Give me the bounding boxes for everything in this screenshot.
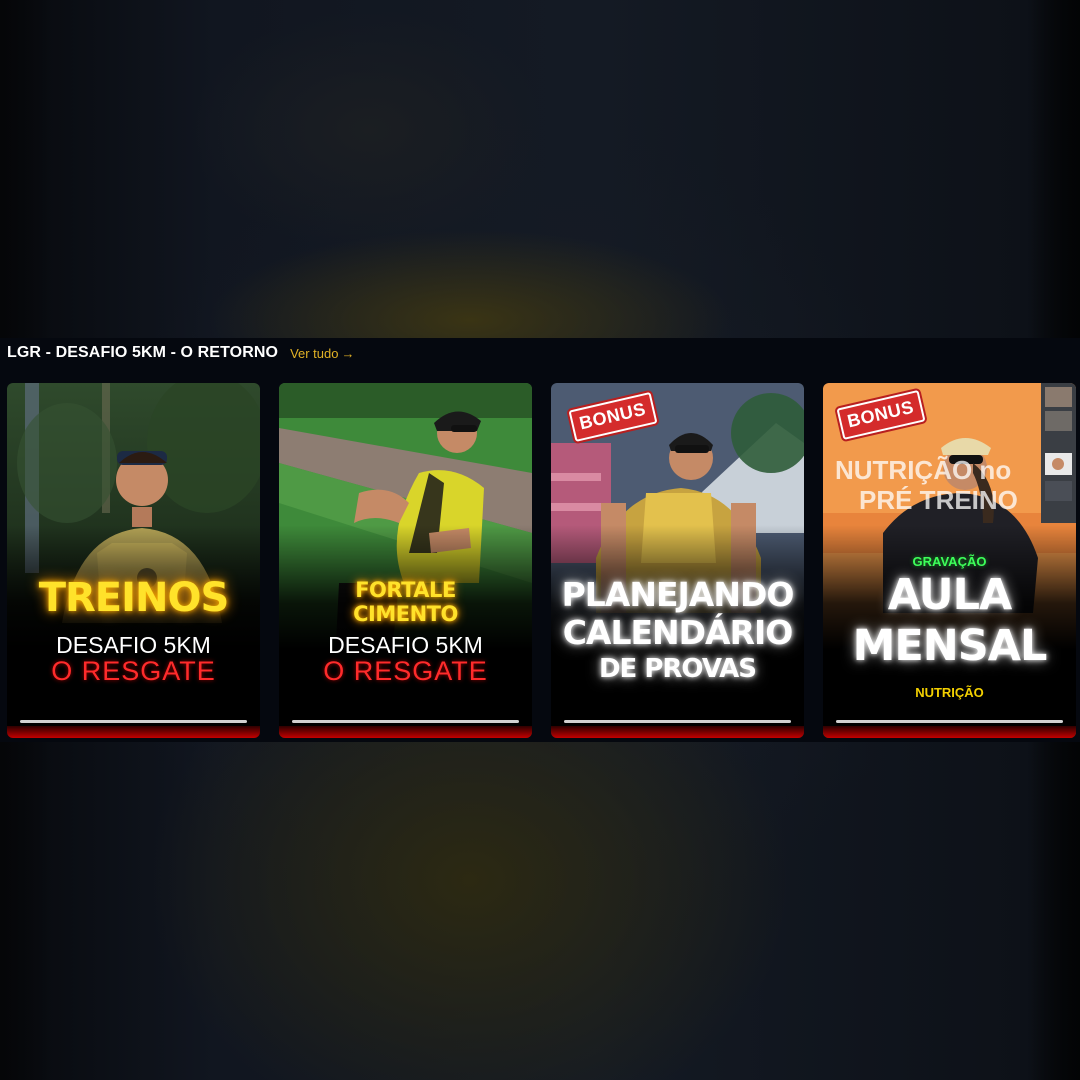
row-header: LGR - DESAFIO 5KM - O RETORNO Ver tudo →	[7, 342, 355, 364]
card-subtitle: DESAFIO 5KM	[56, 632, 211, 658]
card-glow	[7, 726, 260, 738]
arrow-right-icon: →	[341, 345, 355, 361]
card-tagline: O RESGATE	[51, 656, 216, 686]
card-title-line-3: DE PROVAS	[598, 654, 757, 684]
see-all-link[interactable]: Ver tudo →	[290, 346, 354, 361]
card-footer-label: NUTRIÇÃO	[915, 685, 984, 700]
card-title-line-2: CALENDÁRIO	[562, 613, 794, 652]
card-glow	[823, 726, 1076, 738]
slide-text: NUTRIÇÃO no PRÉ TREINO	[835, 455, 1045, 515]
module-card-planejando-calendario[interactable]: BONUS PLANEJANDO CALENDÁRIO DE PROVAS	[551, 383, 804, 738]
card-title-line-1: FORTALE	[355, 578, 456, 602]
card-title-line-1: AULA	[887, 570, 1013, 620]
progress-bar	[836, 720, 1063, 723]
card-title-line-1: PLANEJANDO	[561, 575, 795, 614]
card-kicker: GRAVAÇÃO	[912, 554, 987, 569]
card-glow	[279, 726, 532, 738]
module-card-fortalecimento[interactable]: FORTALE CIMENTO DESAFIO 5KM O RESGATE	[279, 383, 532, 738]
card-subtitle: DESAFIO 5KM	[328, 632, 483, 658]
progress-bar	[564, 720, 791, 723]
slide-text-line-1: NUTRIÇÃO no	[835, 455, 1012, 485]
module-card-treinos[interactable]: TREINOS DESAFIO 5KM O RESGATE	[7, 383, 260, 738]
progress-bar	[20, 720, 247, 723]
card-glow	[551, 726, 804, 738]
card-title: TREINOS	[38, 575, 230, 621]
progress-bar	[292, 720, 519, 723]
card-tagline: O RESGATE	[323, 656, 488, 686]
card-title-line-2: MENSAL	[852, 621, 1048, 671]
card-title-line-2: CIMENTO	[353, 602, 458, 626]
module-card-aula-mensal[interactable]: NUTRIÇÃO no PRÉ TREINO BONUS GRAVAÇÃO AU…	[823, 383, 1076, 738]
slide-text-line-2: PRÉ TREINO	[859, 485, 1018, 515]
row-title: LGR - DESAFIO 5KM - O RETORNO	[7, 344, 279, 361]
see-all-label: Ver tudo	[290, 345, 339, 361]
